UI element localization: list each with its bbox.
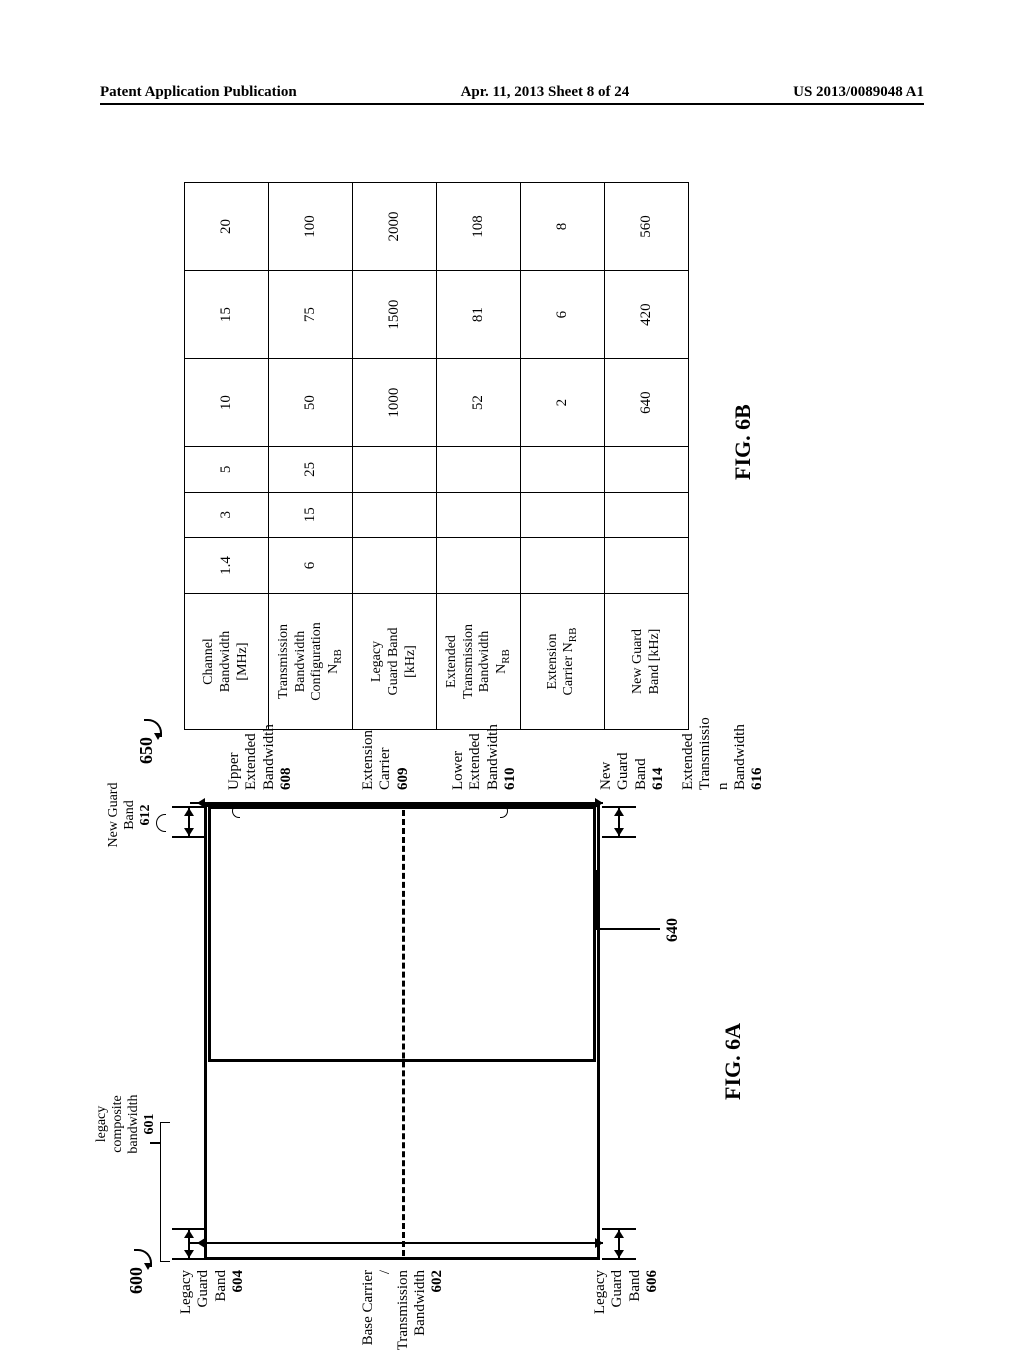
table-cell: 15 [269,492,353,537]
fig-6b-caption: FIG. 6B [730,404,756,480]
base-carrier-lbl: Base Carrier / Transmission Bandwidth 60… [360,1270,446,1350]
rotated-content: 600 legacy composite bandwidth 601 New G… [130,150,890,1290]
table-cell [521,492,605,537]
table-cell [353,447,437,492]
fig-6a-caption: FIG. 6A [720,1023,746,1100]
ref-640-leader: 640 [596,928,660,930]
table-cell: 6 [269,537,353,593]
legacy-composite-bw-label: legacy composite bandwidth 601 [94,1064,158,1184]
new-guard-bot-lbl: New Guard Band 614 [598,753,667,790]
table-row-header: ChannelBandwidth[MHz] [185,594,269,730]
table-cell: 20 [185,183,269,271]
table-row-header: TransmissionBandwidthConfigurationNRB [269,594,353,730]
table-cell: 560 [605,183,689,271]
table-cell: 81 [437,271,521,359]
table-cell: 15 [185,271,269,359]
legacy-guard-top-lbl: Legacy Guard Band 604 [178,1270,247,1314]
table-cell: 1000 [353,359,437,447]
table-cell [437,492,521,537]
refnum-600: 600 [124,1249,147,1294]
figure-6a: 600 legacy composite bandwidth 601 New G… [130,770,780,1290]
hdr-center: Apr. 11, 2013 Sheet 8 of 24 [461,84,630,101]
table-cell: 1.4 [185,537,269,593]
hdr-left: Patent Application Publication [100,84,297,101]
new-guard-top-label: New Guard Band 612 [106,760,154,870]
center-dashed-line [402,810,405,1256]
table-cell: 25 [269,447,353,492]
table-cell: 100 [269,183,353,271]
table-cell: 6 [521,271,605,359]
table-cell [437,537,521,593]
table-cell: 5 [185,447,269,492]
table-cell: 1500 [353,271,437,359]
table-row-header: ExtendedTransmissionBandwidthNRB [437,594,521,730]
page-header: Patent Application Publication Apr. 11, … [100,84,924,105]
table-cell [605,537,689,593]
table-cell: 2 [521,359,605,447]
table-cell [437,447,521,492]
table-cell: 3 [185,492,269,537]
hdr-right: US 2013/0089048 A1 [793,84,924,101]
figure-6b: 650 ChannelBandwidth[MHz]1.435101520Tran… [130,180,820,730]
table-cell: 50 [269,359,353,447]
table-cell: 52 [437,359,521,447]
table-row-header: New GuardBand [kHz] [605,594,689,730]
legacy-guard-bot-lbl: Legacy Guard Band 606 [592,1270,661,1314]
lower-ext-bw-lbl: Lower Extended Bandwidth 610 [450,724,519,790]
table-cell: 420 [605,271,689,359]
table-cell [521,537,605,593]
table-cell [605,492,689,537]
table-cell [605,447,689,492]
upper-ext-bw-lbl: Upper Extended Bandwidth 608 [226,724,295,790]
table-cell [521,447,605,492]
table-row-header: LegacyGuard Band[kHz] [353,594,437,730]
table-cell: 10 [185,359,269,447]
table-cell [353,537,437,593]
table-cell: 108 [437,183,521,271]
bandwidth-table: ChannelBandwidth[MHz]1.435101520Transmis… [184,182,689,730]
table-cell [353,492,437,537]
new-guard-top-arrow [174,806,204,838]
table-cell: 640 [605,359,689,447]
refnum-650: 650 [134,719,157,764]
extension-carrier-lbl: Extension Carrier 609 [360,730,412,790]
table-cell: 75 [269,271,353,359]
table-cell: 8 [521,183,605,271]
table-cell: 2000 [353,183,437,271]
table-row-header: ExtensionCarrier NRB [521,594,605,730]
